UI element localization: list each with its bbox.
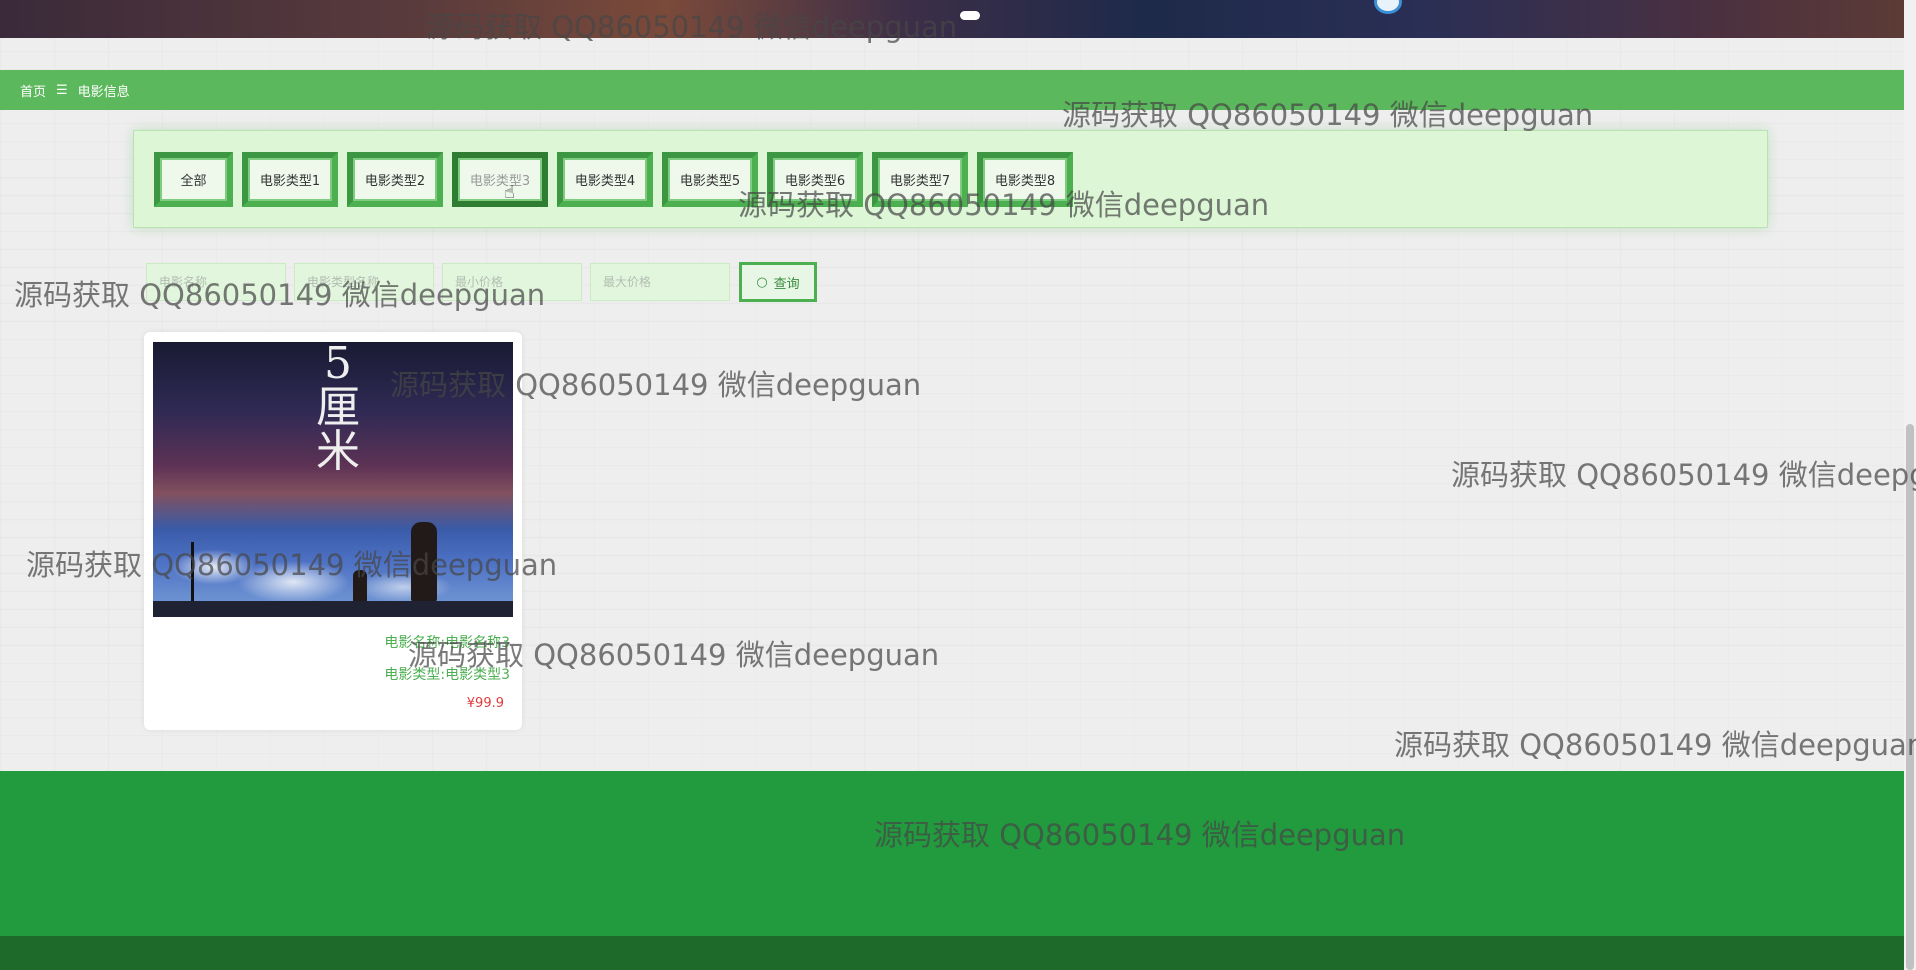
movie-price: ¥99.9 — [466, 696, 504, 711]
type-filter-all[interactable]: 全部 — [154, 152, 233, 207]
footer — [0, 771, 1904, 936]
poster-ground — [153, 601, 513, 617]
top-banner — [0, 0, 1904, 38]
breadcrumb-separator-icon: ☰ — [56, 82, 68, 98]
max-price-input[interactable] — [590, 263, 730, 301]
type-filter-5[interactable]: 电影类型5 — [662, 152, 758, 207]
movie-name-input[interactable] — [146, 263, 286, 301]
movie-poster-image[interactable]: 5 厘米 — [153, 342, 513, 617]
search-bar: ○ 查询 — [146, 262, 817, 302]
type-filter-6[interactable]: 电影类型6 — [767, 152, 863, 207]
type-filter-7[interactable]: 电影类型7 — [872, 152, 968, 207]
type-filter-4[interactable]: 电影类型4 — [557, 152, 653, 207]
movie-name: 电影名称:电影名称3 — [384, 635, 510, 651]
breadcrumb: 首页 ☰ 电影信息 — [0, 70, 1904, 110]
poster-figure — [411, 522, 437, 602]
breadcrumb-current: 电影信息 — [77, 84, 130, 100]
min-price-input[interactable] — [442, 263, 582, 301]
type-filter-panel: 全部 电影类型1 电影类型2 电影类型3 电影类型4 电影类型5 电影类型6 电… — [133, 130, 1768, 228]
query-button[interactable]: ○ 查询 — [739, 262, 817, 302]
poster-figure-small — [353, 570, 367, 602]
type-filter-row: 全部 电影类型1 电影类型2 电影类型3 电影类型4 电影类型5 电影类型6 电… — [154, 152, 1073, 207]
scrollbar-thumb[interactable] — [1906, 424, 1914, 970]
footer-bottom-bar — [0, 936, 1904, 970]
search-icon: ○ — [756, 274, 768, 290]
movie-type-input[interactable] — [294, 263, 434, 301]
breadcrumb-home-link[interactable]: 首页 — [20, 81, 46, 100]
watermark-text: 源码获取 QQ86050149 微信deepguan — [1451, 458, 1916, 492]
watermark-text: 源码获取 QQ86050149 微信deepguan — [1394, 728, 1916, 762]
type-filter-8[interactable]: 电影类型8 — [977, 152, 1073, 207]
query-button-label: 查询 — [773, 276, 800, 292]
hand-cursor-icon: ☝ — [504, 182, 515, 203]
poster-title: 5 厘米 — [316, 342, 360, 477]
type-filter-1[interactable]: 电影类型1 — [242, 152, 338, 207]
banner-avatar-icon — [1374, 0, 1402, 14]
type-filter-3[interactable]: 电影类型3 — [452, 152, 548, 207]
carousel-indicator[interactable] — [960, 11, 980, 20]
movie-type: 电影类型:电影类型3 — [384, 667, 510, 683]
movie-card[interactable]: 5 厘米 电影名称:电影名称3 电影类型:电影类型3 ¥99.9 — [144, 332, 522, 730]
type-filter-2[interactable]: 电影类型2 — [347, 152, 443, 207]
